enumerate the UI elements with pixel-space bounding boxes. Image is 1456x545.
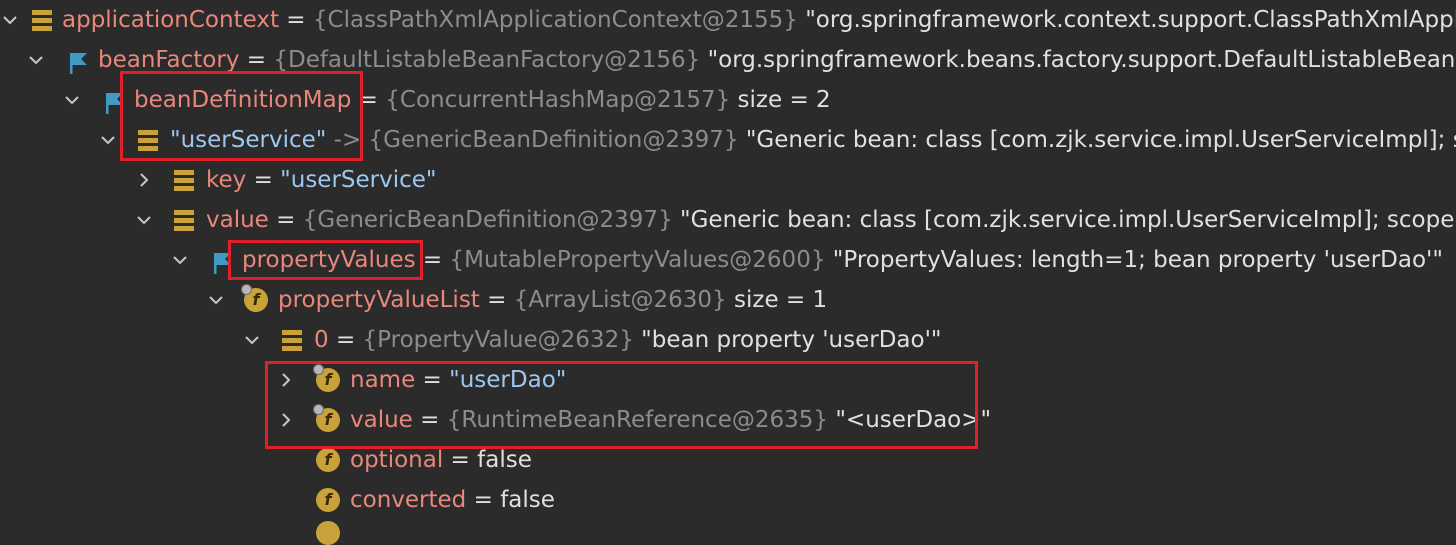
string-value: "userService" xyxy=(280,167,437,193)
expand-chevron-icon[interactable] xyxy=(134,200,154,240)
operator: = xyxy=(286,7,306,33)
object-type: {GenericBeanDefinition@2397} xyxy=(302,207,673,233)
object-type: {DefaultListableBeanFactory@2156} xyxy=(273,47,701,73)
highlight-box-property-values xyxy=(228,240,423,280)
flag-icon xyxy=(66,48,90,74)
field-icon: f xyxy=(316,488,340,512)
field-icon xyxy=(316,521,340,545)
operator: = xyxy=(450,447,470,473)
operator: = xyxy=(276,207,296,233)
object-type: {ConcurrentHashMap@2157} xyxy=(385,87,731,113)
expand-chevron-icon[interactable] xyxy=(98,120,118,160)
boolean-value: false xyxy=(477,447,532,473)
field-bars-icon xyxy=(172,168,196,192)
variable-name: applicationContext xyxy=(62,7,279,33)
object-description: size = 1 xyxy=(734,287,828,313)
object-description: "org.springframework.context.support.Cla… xyxy=(805,7,1456,33)
object-type: {GenericBeanDefinition@2397} xyxy=(368,127,739,153)
variable-name: propertyValueList xyxy=(278,287,480,313)
field-bars-icon xyxy=(280,328,304,352)
field-icon: f xyxy=(316,448,340,472)
boolean-value: false xyxy=(500,487,555,513)
expand-chevron-right-icon[interactable] xyxy=(134,160,154,200)
variable-name: 0 xyxy=(314,327,329,353)
field-bars-icon xyxy=(172,208,196,232)
highlight-box-name-value xyxy=(265,361,978,449)
operator: = xyxy=(473,487,493,513)
field-bars-icon xyxy=(30,8,54,32)
highlight-box-bean-definition-map xyxy=(120,71,363,161)
object-description: "bean property 'userDao'" xyxy=(641,327,942,353)
variable-name: beanFactory xyxy=(98,47,240,73)
variable-name: key xyxy=(206,167,247,193)
expand-chevron-icon[interactable] xyxy=(26,40,46,80)
object-description: "PropertyValues: length=1; bean property… xyxy=(832,247,1443,273)
lock-icon xyxy=(241,284,252,295)
operator: = xyxy=(422,247,443,273)
object-type: {ArrayList@2630} xyxy=(513,287,727,313)
operator: = xyxy=(253,167,273,193)
expand-chevron-icon[interactable] xyxy=(0,0,20,40)
object-type: {PropertyValue@2632} xyxy=(362,327,634,353)
variable-name: converted xyxy=(350,487,467,513)
object-description: "Generic bean: class [com.zjk.service.im… xyxy=(680,207,1456,233)
expand-chevron-icon[interactable] xyxy=(62,80,82,120)
operator: = xyxy=(246,47,267,73)
expand-chevron-icon[interactable] xyxy=(170,240,190,280)
final-field-icon: f xyxy=(241,284,268,312)
expand-chevron-icon[interactable] xyxy=(242,320,262,360)
operator: = xyxy=(335,327,356,353)
object-description: "org.springframework.beans.factory.suppo… xyxy=(707,47,1456,73)
object-description: size = 2 xyxy=(737,87,831,113)
variable-name: optional xyxy=(350,447,444,473)
object-type: {MutablePropertyValues@2600} xyxy=(449,247,826,273)
expand-chevron-icon[interactable] xyxy=(206,280,226,320)
object-type: {ClassPathXmlApplicationContext@2155} xyxy=(312,7,798,33)
variable-name: value xyxy=(206,207,269,233)
operator: = xyxy=(487,287,507,313)
object-description: "Generic bean: class [com.zjk.service.im… xyxy=(745,127,1456,153)
